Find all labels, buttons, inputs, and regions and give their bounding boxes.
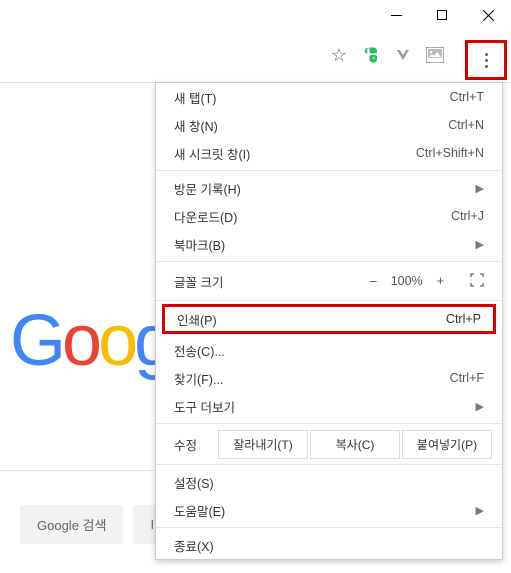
menu-new-tab[interactable]: 새 탭(T) Ctrl+T bbox=[156, 83, 502, 111]
menu-shortcut: Ctrl+N bbox=[448, 118, 484, 132]
menu-separator bbox=[156, 261, 502, 262]
menu-label: 다운로드(D) bbox=[174, 207, 451, 226]
menu-label: 방문 기록(H) bbox=[174, 179, 476, 198]
v-extension-icon[interactable] bbox=[393, 45, 413, 65]
zoom-value: 100% bbox=[391, 274, 423, 288]
menu-label: 새 시크릿 창(I) bbox=[174, 144, 416, 163]
menu-separator bbox=[156, 170, 502, 171]
close-button[interactable] bbox=[465, 0, 511, 30]
google-search-button[interactable]: Google 검색 bbox=[20, 505, 123, 544]
menu-incognito[interactable]: 새 시크릿 창(I) Ctrl+Shift+N bbox=[156, 139, 502, 167]
chevron-right-icon: ▶ bbox=[476, 504, 484, 517]
menu-help[interactable]: 도움말(E) ▶ bbox=[156, 496, 502, 524]
menu-label: 찾기(F)... bbox=[174, 369, 450, 388]
menu-bookmarks[interactable]: 북마크(B) ▶ bbox=[156, 230, 502, 258]
maximize-button[interactable] bbox=[419, 0, 465, 30]
menu-cast[interactable]: 전송(C)... bbox=[156, 336, 502, 364]
menu-label: 글꼴 크기 bbox=[174, 272, 370, 291]
paste-button[interactable]: 붙여넣기(P) bbox=[402, 430, 492, 459]
menu-label: 전송(C)... bbox=[174, 341, 484, 360]
chevron-right-icon: ▶ bbox=[476, 238, 484, 251]
menu-label: 설정(S) bbox=[174, 473, 484, 492]
menu-downloads[interactable]: 다운로드(D) Ctrl+J bbox=[156, 202, 502, 230]
menu-more-tools[interactable]: 도구 더보기 ▶ bbox=[156, 392, 502, 420]
evernote-icon[interactable] bbox=[361, 45, 381, 65]
menu-separator bbox=[156, 300, 502, 301]
menu-edit-row: 수정 잘라내기(T) 복사(C) 붙여넣기(P) bbox=[156, 427, 502, 461]
menu-label: 인쇄(P) bbox=[177, 310, 217, 329]
minimize-button[interactable] bbox=[373, 0, 419, 30]
menu-separator bbox=[156, 527, 502, 528]
menu-settings[interactable]: 설정(S) bbox=[156, 468, 502, 496]
menu-exit[interactable]: 종료(X) bbox=[156, 531, 502, 559]
zoom-out-button[interactable]: – bbox=[370, 274, 377, 288]
chevron-right-icon: ▶ bbox=[476, 400, 484, 413]
google-logo: Goog bbox=[10, 300, 170, 382]
kebab-menu-icon[interactable] bbox=[485, 53, 488, 68]
copy-button[interactable]: 복사(C) bbox=[310, 430, 400, 459]
chrome-menu: 새 탭(T) Ctrl+T 새 창(N) Ctrl+N 새 시크릿 창(I) C… bbox=[155, 82, 503, 560]
zoom-in-button[interactable]: + bbox=[437, 274, 444, 288]
menu-label: 종료(X) bbox=[174, 536, 484, 555]
menu-shortcut: Ctrl+Shift+N bbox=[416, 146, 484, 160]
menu-new-window[interactable]: 새 창(N) Ctrl+N bbox=[156, 111, 502, 139]
menu-label: 새 탭(T) bbox=[174, 88, 450, 107]
menu-history[interactable]: 방문 기록(H) ▶ bbox=[156, 174, 502, 202]
cut-button[interactable]: 잘라내기(T) bbox=[218, 430, 308, 459]
menu-label: 북마크(B) bbox=[174, 235, 476, 254]
menu-shortcut: Ctrl+P bbox=[446, 312, 481, 326]
menu-zoom: 글꼴 크기 – 100% + bbox=[156, 265, 502, 297]
menu-label: 새 창(N) bbox=[174, 116, 448, 135]
menu-label: 수정 bbox=[166, 435, 216, 454]
menu-label: 도움말(E) bbox=[174, 501, 476, 520]
menu-button-highlight bbox=[465, 40, 507, 80]
menu-separator bbox=[156, 423, 502, 424]
menu-print-highlight[interactable]: 인쇄(P) Ctrl+P bbox=[162, 304, 496, 334]
menu-label: 도구 더보기 bbox=[174, 397, 476, 416]
menu-shortcut: Ctrl+J bbox=[451, 209, 484, 223]
fullscreen-icon[interactable] bbox=[470, 273, 484, 290]
menu-find[interactable]: 찾기(F)... Ctrl+F bbox=[156, 364, 502, 392]
chevron-right-icon: ▶ bbox=[476, 182, 484, 195]
menu-shortcut: Ctrl+F bbox=[450, 371, 484, 385]
picture-icon[interactable] bbox=[425, 45, 445, 65]
star-icon[interactable]: ☆ bbox=[329, 45, 349, 65]
menu-shortcut: Ctrl+T bbox=[450, 90, 484, 104]
menu-separator bbox=[156, 464, 502, 465]
